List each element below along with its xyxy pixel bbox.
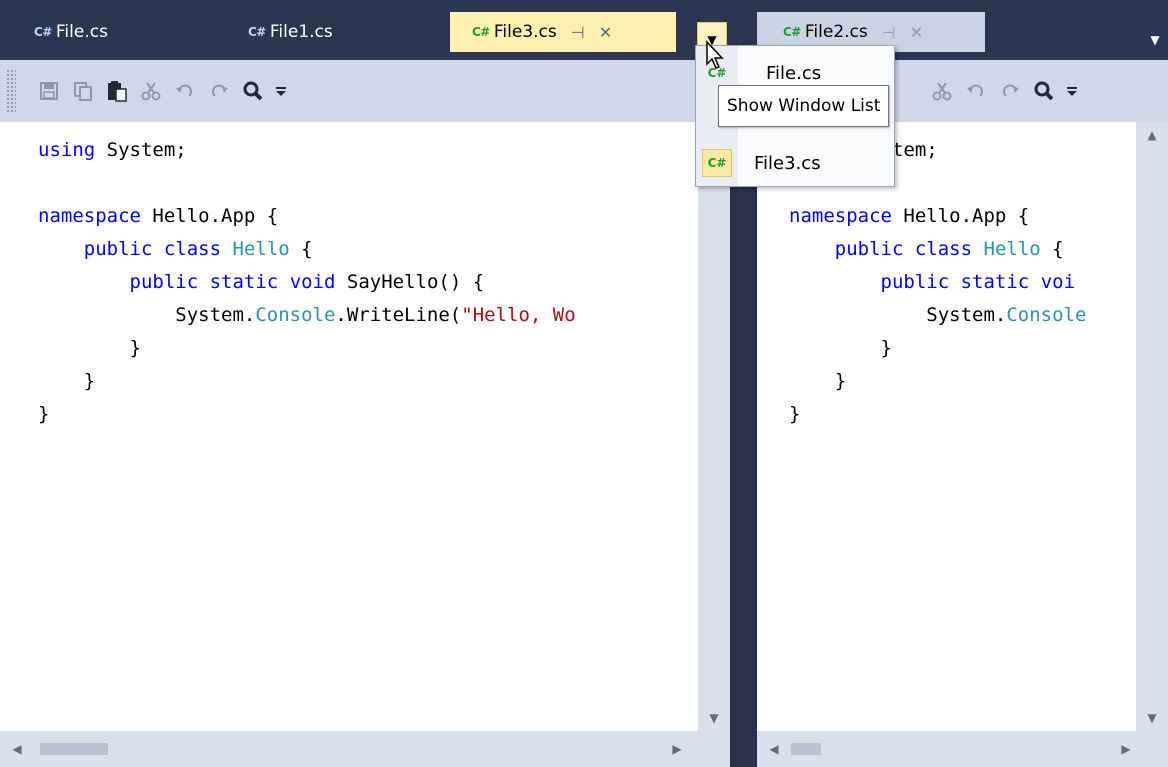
tab-label: File1.cs bbox=[269, 22, 333, 42]
close-icon[interactable]: ✕ bbox=[599, 23, 612, 42]
pin-icon[interactable]: ⊣ bbox=[571, 23, 585, 42]
copy-icon[interactable] bbox=[66, 74, 100, 108]
editor-toolbar bbox=[0, 60, 730, 122]
code-editor[interactable]: using System; namespace Hello.App { publ… bbox=[0, 122, 698, 731]
more-icon[interactable] bbox=[270, 74, 292, 108]
code-line-7: } bbox=[38, 337, 141, 359]
tab-label: File3.cs bbox=[493, 22, 557, 42]
csharp-file-icon: C# bbox=[472, 25, 490, 39]
code-line-7: } bbox=[789, 337, 892, 359]
save-icon[interactable] bbox=[32, 74, 66, 108]
code-line-9: } bbox=[38, 403, 50, 425]
code-line-3: namespace Hello.App { bbox=[789, 205, 1030, 227]
redo-icon[interactable] bbox=[993, 74, 1027, 108]
csharp-file-icon: C# bbox=[702, 149, 732, 177]
code-line-4: public class Hello { bbox=[83, 238, 313, 260]
menu-item-file3-cs[interactable]: C# File3.cs bbox=[696, 146, 894, 180]
code-editor[interactable]: using System; namespace Hello.App { publ… bbox=[757, 122, 1136, 731]
pin-icon[interactable]: ⊣ bbox=[882, 23, 896, 42]
document-tab-strip: C# File.cs C# File1.cs C# File3.cs ⊣ ✕ ▼… bbox=[0, 0, 1168, 60]
tab-file1-cs[interactable]: C# File1.cs bbox=[248, 12, 333, 52]
scroll-left-arrow-icon[interactable]: ◀ bbox=[4, 731, 30, 767]
scroll-down-arrow-icon[interactable]: ▼ bbox=[698, 705, 730, 731]
horizontal-scrollbar[interactable]: ◀ ▶ bbox=[757, 731, 1168, 767]
code-line-8: } bbox=[38, 370, 96, 392]
tab-file-cs[interactable]: C# File.cs bbox=[34, 12, 108, 52]
tab-label: File.cs bbox=[55, 22, 108, 42]
more-icon[interactable] bbox=[1061, 74, 1083, 108]
tab-label: File2.cs bbox=[804, 22, 868, 42]
csharp-file-icon: C# bbox=[34, 25, 52, 39]
paste-icon[interactable] bbox=[100, 74, 134, 108]
scrollbar-thumb[interactable] bbox=[40, 743, 108, 755]
window-list-dropdown-button-right[interactable]: ▼ bbox=[1140, 22, 1168, 58]
code-line-8: } bbox=[789, 370, 847, 392]
code-line-3: namespace Hello.App { bbox=[38, 205, 279, 227]
vertical-scrollbar[interactable]: ▲ ▼ bbox=[1136, 122, 1168, 731]
redo-icon[interactable] bbox=[202, 74, 236, 108]
csharp-file-icon: C# bbox=[248, 25, 266, 39]
code-line-9: } bbox=[789, 403, 801, 425]
code-line-6: System.Console.WriteLine("Hello, Wo bbox=[38, 304, 576, 326]
scroll-up-arrow-icon[interactable]: ▲ bbox=[1136, 122, 1168, 148]
close-icon[interactable]: ✕ bbox=[910, 23, 923, 42]
undo-icon[interactable] bbox=[168, 74, 202, 108]
code-line-6: System.Console bbox=[789, 304, 1087, 326]
code-line-5: public static voi bbox=[880, 271, 1076, 293]
code-line-1: using System; bbox=[38, 139, 187, 161]
code-line-5: public static void SayHello() { bbox=[129, 271, 485, 293]
cut-icon[interactable] bbox=[134, 74, 168, 108]
mouse-cursor-icon bbox=[706, 40, 724, 69]
code-line-4: public class Hello { bbox=[834, 238, 1064, 260]
search-icon[interactable] bbox=[1027, 74, 1061, 108]
code-text: using System; namespace Hello.App { publ… bbox=[38, 134, 576, 431]
menu-item-label: File.cs bbox=[766, 62, 822, 84]
scroll-right-arrow-icon[interactable]: ▶ bbox=[664, 731, 690, 767]
cut-icon[interactable] bbox=[925, 74, 959, 108]
scroll-left-arrow-icon[interactable]: ◀ bbox=[761, 731, 787, 767]
left-editor-panel: using System; namespace Hello.App { publ… bbox=[0, 60, 730, 767]
horizontal-scrollbar[interactable]: ◀ ▶ bbox=[0, 731, 730, 767]
toolbar-grip[interactable] bbox=[6, 69, 16, 113]
csharp-file-icon: C# bbox=[783, 25, 801, 39]
scrollbar-thumb[interactable] bbox=[791, 743, 821, 755]
undo-icon[interactable] bbox=[959, 74, 993, 108]
tooltip: Show Window List bbox=[718, 85, 890, 127]
vertical-scrollbar[interactable]: ▼ bbox=[698, 122, 730, 731]
chevron-down-icon: ▼ bbox=[1150, 33, 1160, 47]
search-icon[interactable] bbox=[236, 74, 270, 108]
menu-item-label: File3.cs bbox=[754, 152, 821, 174]
scroll-right-arrow-icon[interactable]: ▶ bbox=[1113, 731, 1139, 767]
tab-file3-cs[interactable]: C# File3.cs ⊣ ✕ bbox=[450, 12, 676, 52]
scroll-down-arrow-icon[interactable]: ▼ bbox=[1136, 705, 1168, 731]
